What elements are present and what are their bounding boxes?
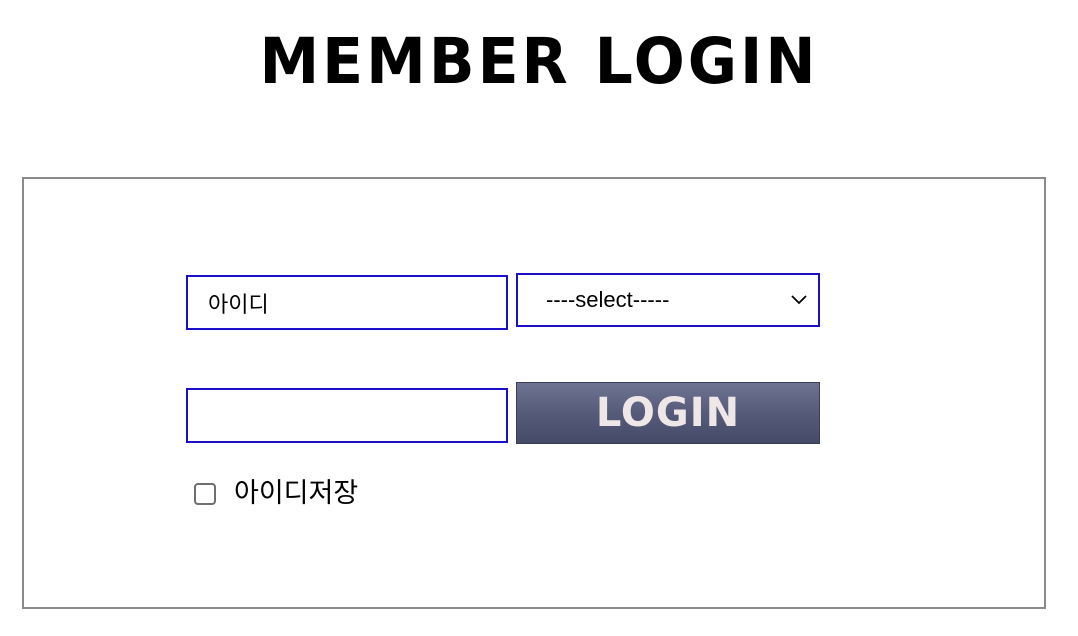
remember-id-checkbox[interactable] xyxy=(194,483,216,505)
chevron-down-icon xyxy=(788,289,810,311)
remember-id-label[interactable]: 아이디저장 xyxy=(234,478,358,510)
id-input[interactable] xyxy=(186,275,508,330)
page-title: MEMBER LOGIN xyxy=(259,25,819,99)
select-value: ----select----- xyxy=(546,287,670,312)
domain-select[interactable]: ----select----- xyxy=(516,273,820,327)
remember-id: 아이디저장 xyxy=(194,478,358,510)
login-button[interactable]: LOGIN xyxy=(516,382,820,444)
login-button-label: LOGIN xyxy=(595,390,741,436)
password-input[interactable] xyxy=(186,388,508,443)
